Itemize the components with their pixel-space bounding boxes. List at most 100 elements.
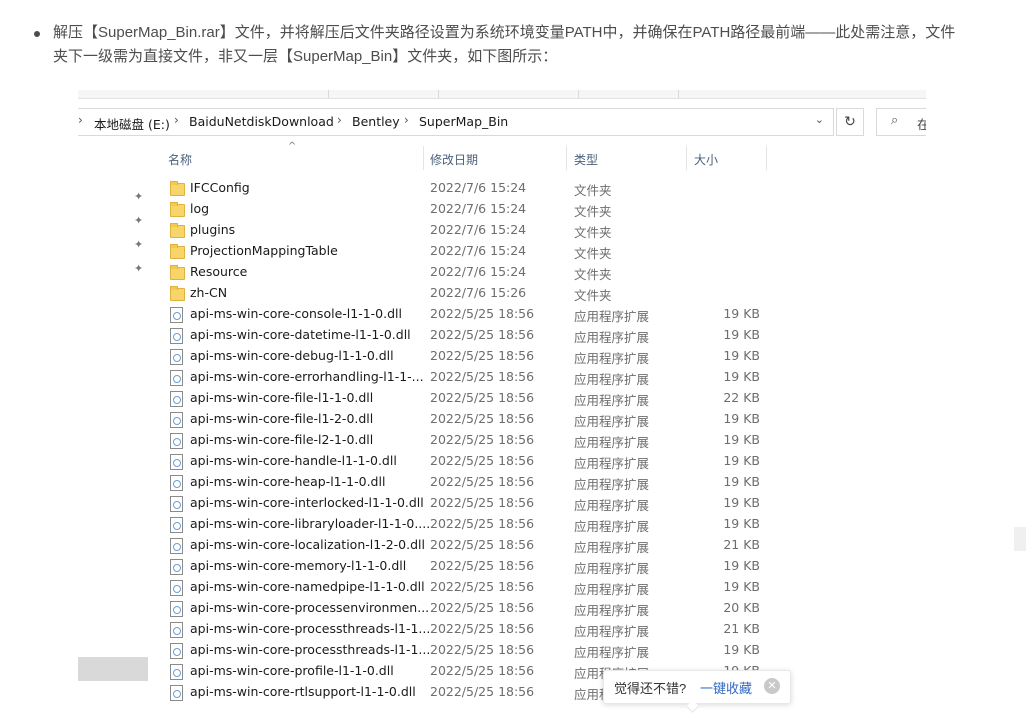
folder-icon xyxy=(170,223,185,238)
file-date: 2022/7/6 15:24 xyxy=(430,201,527,216)
file-type: 文件夹 xyxy=(574,204,612,219)
toast-question: 觉得还不错? xyxy=(614,681,687,696)
file-row[interactable]: plugins 2022/7/6 15:24 文件夹 xyxy=(158,220,858,241)
column-divider[interactable] xyxy=(766,146,767,170)
chevron-right-icon: › xyxy=(404,113,409,127)
column-name[interactable]: 名称 xyxy=(168,151,192,168)
file-name: api-ms-win-core-file-l2-1-0.dll xyxy=(190,432,374,447)
file-row[interactable]: api-ms-win-core-errorhandling-l1-1-... 20… xyxy=(158,367,858,388)
file-row[interactable]: api-ms-win-core-libraryloader-l1-1-0....… xyxy=(158,514,858,535)
search-input[interactable]: ⌕ 在 xyxy=(876,108,926,136)
file-row[interactable]: api-ms-win-core-file-l1-1-0.dll 2022/5/25… xyxy=(158,388,858,409)
dll-icon xyxy=(170,454,183,470)
file-type: 应用程序扩展 xyxy=(574,351,650,366)
file-date: 2022/5/25 18:56 xyxy=(430,558,535,573)
file-row[interactable]: api-ms-win-core-file-l1-2-0.dll 2022/5/25… xyxy=(158,409,858,430)
file-date: 2022/5/25 18:56 xyxy=(430,348,535,363)
column-divider[interactable] xyxy=(423,146,424,170)
file-date: 2022/7/6 15:24 xyxy=(430,180,527,195)
file-type: 应用程序扩展 xyxy=(574,645,650,660)
pin-icon[interactable]: ✦ xyxy=(134,262,146,275)
dll-icon xyxy=(170,307,183,323)
file-type: 应用程序扩展 xyxy=(574,498,650,513)
file-size: 19 KB xyxy=(723,411,760,426)
file-size: 19 KB xyxy=(723,369,760,384)
file-row[interactable]: zh-CN 2022/7/6 15:26 文件夹 xyxy=(158,283,858,304)
file-size: 19 KB xyxy=(723,579,760,594)
address-row: › 本地磁盘 (E:) › BaiduNetdiskDownload › Ben… xyxy=(78,108,926,136)
dll-icon xyxy=(170,580,183,596)
search-icon: ⌕ xyxy=(891,113,899,128)
file-row[interactable]: api-ms-win-core-memory-l1-1-0.dll 2022/5/… xyxy=(158,556,858,577)
file-row[interactable]: api-ms-win-core-handle-l1-1-0.dll 2022/5/… xyxy=(158,451,858,472)
file-type: 应用程序扩展 xyxy=(574,582,650,597)
column-type[interactable]: 类型 xyxy=(574,151,598,168)
file-row[interactable]: api-ms-win-core-datetime-l1-1-0.dll 2022/… xyxy=(158,325,858,346)
file-size: 19 KB xyxy=(723,642,760,657)
file-size: 19 KB xyxy=(723,516,760,531)
file-name: api-ms-win-core-handle-l1-1-0.dll xyxy=(190,453,397,468)
file-date: 2022/5/25 18:56 xyxy=(430,684,535,699)
file-row[interactable]: api-ms-win-core-console-l1-1-0.dll 2022/5… xyxy=(158,304,858,325)
file-row[interactable]: api-ms-win-core-processthreads-l1-1... 20… xyxy=(158,640,858,661)
file-row[interactable]: api-ms-win-core-debug-l1-1-0.dll 2022/5/2… xyxy=(158,346,858,367)
file-row[interactable]: api-ms-win-core-namedpipe-l1-1-0.dll 2022… xyxy=(158,577,858,598)
file-type: 应用程序扩展 xyxy=(574,603,650,618)
file-name: api-ms-win-core-namedpipe-l1-1-0.dll xyxy=(190,579,425,594)
file-type: 应用程序扩展 xyxy=(574,624,650,639)
breadcrumb-baidunetdiskdownload[interactable]: BaiduNetdiskDownload xyxy=(189,114,334,129)
file-row[interactable]: api-ms-win-core-heap-l1-1-0.dll 2022/5/25… xyxy=(158,472,858,493)
search-placeholder: 在 xyxy=(917,117,926,132)
file-type: 应用程序扩展 xyxy=(574,414,650,429)
file-date: 2022/5/25 18:56 xyxy=(430,642,535,657)
file-size: 19 KB xyxy=(723,327,760,342)
folder-icon xyxy=(170,202,185,217)
breadcrumb-bentley[interactable]: Bentley xyxy=(352,114,400,129)
column-date[interactable]: 修改日期 xyxy=(430,151,478,168)
column-divider[interactable] xyxy=(566,146,567,170)
chevron-down-icon[interactable]: ⌄ xyxy=(815,113,824,126)
file-name: api-ms-win-core-processthreads-l1-1... xyxy=(190,621,431,636)
file-name: ProjectionMappingTable xyxy=(190,243,338,258)
pin-icon[interactable]: ✦ xyxy=(134,238,146,251)
address-bar[interactable]: › 本地磁盘 (E:) › BaiduNetdiskDownload › Ben… xyxy=(78,108,834,136)
file-row[interactable]: api-ms-win-core-processthreads-l1-1... 20… xyxy=(158,619,858,640)
file-date: 2022/5/25 18:56 xyxy=(430,432,535,447)
file-type: 文件夹 xyxy=(574,183,612,198)
file-date: 2022/5/25 18:56 xyxy=(430,621,535,636)
bookmark-link[interactable]: 一键收藏 xyxy=(700,678,752,697)
column-size[interactable]: 大小 xyxy=(694,151,718,168)
file-name: api-ms-win-core-processenvironmen... xyxy=(190,600,430,615)
file-type: 应用程序扩展 xyxy=(574,456,650,471)
file-row[interactable]: IFCConfig 2022/7/6 15:24 文件夹 xyxy=(158,178,858,199)
close-icon[interactable]: ✕ xyxy=(764,678,780,694)
page-scrollbar[interactable] xyxy=(1010,0,1026,709)
file-row[interactable]: log 2022/7/6 15:24 文件夹 xyxy=(158,199,858,220)
file-date: 2022/7/6 15:24 xyxy=(430,243,527,258)
file-row[interactable]: api-ms-win-core-file-l2-1-0.dll 2022/5/25… xyxy=(158,430,858,451)
file-date: 2022/5/25 18:56 xyxy=(430,369,535,384)
breadcrumb-supermap-bin[interactable]: SuperMap_Bin xyxy=(419,114,508,129)
file-name: api-ms-win-core-profile-l1-1-0.dll xyxy=(190,663,394,678)
nav-pane-selection xyxy=(78,657,148,681)
file-date: 2022/7/6 15:24 xyxy=(430,222,527,237)
scrollbar-thumb[interactable] xyxy=(1014,527,1026,551)
file-row[interactable]: api-ms-win-core-interlocked-l1-1-0.dll 20… xyxy=(158,493,858,514)
file-row[interactable]: api-ms-win-core-processenvironmen... 2022… xyxy=(158,598,858,619)
navigation-pane: ✦ ✦ ✦ ✦ xyxy=(78,146,158,709)
ribbon-group xyxy=(578,90,679,98)
file-row[interactable]: api-ms-win-core-localization-l1-2-0.dll 2… xyxy=(158,535,858,556)
file-row[interactable]: ProjectionMappingTable 2022/7/6 15:24 文件夹 xyxy=(158,241,858,262)
file-date: 2022/7/6 15:26 xyxy=(430,285,527,300)
file-date: 2022/5/25 18:56 xyxy=(430,390,535,405)
pin-icon[interactable]: ✦ xyxy=(134,214,146,227)
breadcrumb-drive[interactable]: 本地磁盘 (E:) xyxy=(94,114,170,133)
file-row[interactable]: Resource 2022/7/6 15:24 文件夹 xyxy=(158,262,858,283)
refresh-button[interactable]: ↻ xyxy=(836,108,864,136)
column-divider[interactable] xyxy=(686,146,687,170)
ribbon-group xyxy=(238,90,329,98)
pin-icon[interactable]: ✦ xyxy=(134,190,146,203)
article-body: 解压【SuperMap_Bin.rar】文件，并将解压后文件夹路径设置为系统环境… xyxy=(0,0,1010,713)
dll-icon xyxy=(170,538,183,554)
column-header: ^ 名称 修改日期 类型 大小 xyxy=(158,141,926,170)
